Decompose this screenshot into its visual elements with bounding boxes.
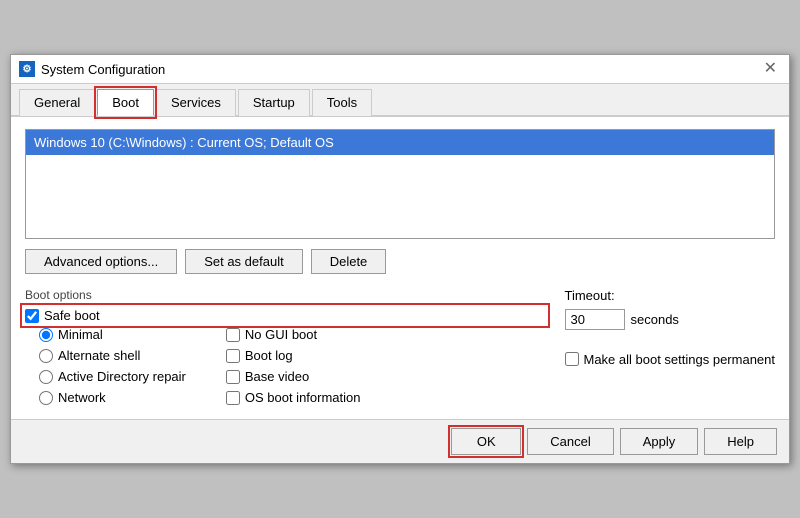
title-bar: ⚙ System Configuration ✕ bbox=[11, 55, 789, 84]
window-icon: ⚙ bbox=[19, 61, 35, 77]
tab-startup[interactable]: Startup bbox=[238, 89, 310, 116]
options-columns: Minimal Alternate shell Active Directory… bbox=[25, 327, 545, 405]
radio-alternate-row: Alternate shell bbox=[39, 348, 186, 363]
radio-network-row: Network bbox=[39, 390, 186, 405]
timeout-label: Timeout: bbox=[565, 288, 776, 303]
radio-ad-label: Active Directory repair bbox=[58, 369, 186, 384]
timeout-row: seconds bbox=[565, 309, 776, 330]
boot-log-checkbox[interactable] bbox=[226, 349, 240, 363]
base-video-row: Base video bbox=[226, 369, 361, 384]
os-list: Windows 10 (C:\Windows) : Current OS; De… bbox=[25, 129, 775, 239]
make-permanent-label: Make all boot settings permanent bbox=[584, 352, 776, 369]
no-gui-boot-checkbox[interactable] bbox=[226, 328, 240, 342]
tab-content-boot: Windows 10 (C:\Windows) : Current OS; De… bbox=[11, 116, 789, 419]
window-title: System Configuration bbox=[41, 62, 165, 77]
advanced-options-button[interactable]: Advanced options... bbox=[25, 249, 177, 274]
os-action-buttons: Advanced options... Set as default Delet… bbox=[25, 249, 775, 274]
radio-minimal-label: Minimal bbox=[58, 327, 103, 342]
tab-boot[interactable]: Boot bbox=[97, 89, 154, 116]
boot-log-label: Boot log bbox=[245, 348, 293, 363]
no-gui-boot-label: No GUI boot bbox=[245, 327, 317, 342]
boot-options: Boot options Safe boot Minimal bbox=[25, 288, 545, 405]
options-area: Boot options Safe boot Minimal bbox=[25, 288, 775, 405]
ok-button[interactable]: OK bbox=[451, 428, 521, 455]
safe-boot-row: Safe boot bbox=[25, 308, 545, 323]
boot-options-label: Boot options bbox=[25, 288, 545, 302]
os-boot-info-row: OS boot information bbox=[226, 390, 361, 405]
tab-general[interactable]: General bbox=[19, 89, 95, 116]
radio-options-col: Minimal Alternate shell Active Directory… bbox=[25, 327, 186, 405]
radio-network-label: Network bbox=[58, 390, 106, 405]
make-permanent-row: Make all boot settings permanent bbox=[565, 352, 776, 369]
boot-log-row: Boot log bbox=[226, 348, 361, 363]
radio-minimal-row: Minimal bbox=[39, 327, 186, 342]
radio-alternate-label: Alternate shell bbox=[58, 348, 140, 363]
radio-network[interactable] bbox=[39, 391, 53, 405]
tab-tools[interactable]: Tools bbox=[312, 89, 372, 116]
footer: OK Cancel Apply Help bbox=[11, 419, 789, 463]
close-button[interactable]: ✕ bbox=[760, 61, 781, 77]
help-button[interactable]: Help bbox=[704, 428, 777, 455]
os-boot-info-label: OS boot information bbox=[245, 390, 361, 405]
tab-services[interactable]: Services bbox=[156, 89, 236, 116]
delete-button[interactable]: Delete bbox=[311, 249, 387, 274]
os-boot-info-checkbox[interactable] bbox=[226, 391, 240, 405]
timeout-seconds-label: seconds bbox=[631, 312, 679, 327]
make-permanent-checkbox[interactable] bbox=[565, 352, 579, 366]
base-video-label: Base video bbox=[245, 369, 309, 384]
base-video-checkbox[interactable] bbox=[226, 370, 240, 384]
radio-alternate-shell[interactable] bbox=[39, 349, 53, 363]
set-as-default-button[interactable]: Set as default bbox=[185, 249, 303, 274]
os-item[interactable]: Windows 10 (C:\Windows) : Current OS; De… bbox=[26, 130, 774, 155]
radio-minimal[interactable] bbox=[39, 328, 53, 342]
no-gui-boot-row: No GUI boot bbox=[226, 327, 361, 342]
system-configuration-window: ⚙ System Configuration ✕ General Boot Se… bbox=[10, 54, 790, 464]
tab-bar: General Boot Services Startup Tools bbox=[11, 84, 789, 116]
radio-ad-row: Active Directory repair bbox=[39, 369, 186, 384]
safe-boot-checkbox[interactable] bbox=[25, 309, 39, 323]
timeout-input[interactable] bbox=[565, 309, 625, 330]
title-bar-left: ⚙ System Configuration bbox=[19, 61, 165, 77]
timeout-area: Timeout: seconds Make all boot settings … bbox=[565, 288, 776, 405]
checkbox-options-col: No GUI boot Boot log Base video OS bbox=[226, 327, 361, 405]
cancel-button[interactable]: Cancel bbox=[527, 428, 613, 455]
safe-boot-label: Safe boot bbox=[44, 308, 100, 323]
radio-active-directory[interactable] bbox=[39, 370, 53, 384]
apply-button[interactable]: Apply bbox=[620, 428, 699, 455]
